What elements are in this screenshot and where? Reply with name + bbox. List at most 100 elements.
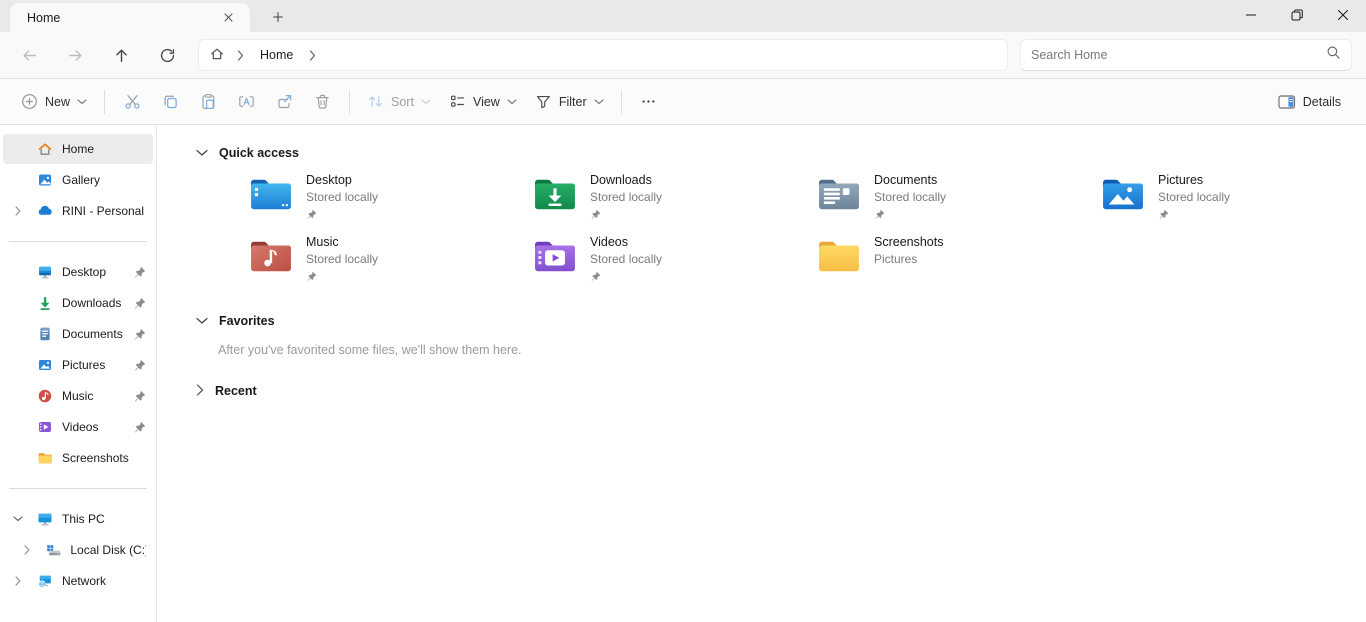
share-icon xyxy=(276,93,293,110)
sidebar-item-label: Music xyxy=(62,389,93,403)
command-toolbar: New xyxy=(0,78,1366,125)
chevron-right-icon[interactable] xyxy=(10,576,26,586)
music-icon xyxy=(37,388,53,404)
restore-button[interactable] xyxy=(1274,0,1320,30)
chevron-down-icon[interactable] xyxy=(196,146,208,160)
search-icon[interactable] xyxy=(1326,45,1341,65)
sidebar-divider xyxy=(9,488,147,489)
tile-name: Music xyxy=(306,235,378,250)
details-button-label: Details xyxy=(1303,95,1341,109)
breadcrumb-home-icon[interactable] xyxy=(209,46,225,65)
filter-button-label: Filter xyxy=(559,95,587,109)
tile-name: Desktop xyxy=(306,173,378,188)
tab-home[interactable]: Home xyxy=(10,3,250,32)
breadcrumb-home[interactable]: Home xyxy=(256,48,297,62)
tile-screenshots[interactable]: Screenshots Pictures xyxy=(816,235,1100,285)
up-button[interactable] xyxy=(98,37,144,73)
tile-name: Downloads xyxy=(590,173,662,188)
tile-desktop[interactable]: Desktop Stored locally xyxy=(248,173,532,223)
search-input[interactable] xyxy=(1031,48,1326,62)
tile-music[interactable]: Music Stored locally xyxy=(248,235,532,285)
forward-button[interactable] xyxy=(52,37,98,73)
navigation-bar: Home xyxy=(0,32,1366,78)
chevron-right-icon[interactable] xyxy=(10,206,26,216)
sidebar-item-videos[interactable]: Videos xyxy=(3,412,153,442)
copy-icon xyxy=(162,93,179,110)
section-recent[interactable]: Recent xyxy=(157,379,1366,403)
view-button[interactable]: View xyxy=(440,86,526,117)
sidebar-item-downloads[interactable]: Downloads xyxy=(3,288,153,318)
chevron-right-icon[interactable] xyxy=(196,384,204,399)
pin-icon xyxy=(133,266,146,279)
sidebar-item-label: Gallery xyxy=(62,173,100,187)
folder-icon xyxy=(37,450,53,466)
refresh-button[interactable] xyxy=(144,37,190,73)
delete-button[interactable] xyxy=(303,85,341,119)
downloads-icon xyxy=(37,295,53,311)
sidebar-item-documents[interactable]: Documents xyxy=(3,319,153,349)
tab-close-icon[interactable] xyxy=(216,6,240,30)
section-quick-access[interactable]: Quick access xyxy=(157,141,1366,165)
sidebar-item-pictures[interactable]: Pictures xyxy=(3,350,153,380)
sidebar-item-gallery[interactable]: Gallery xyxy=(3,165,153,195)
tile-downloads[interactable]: Downloads Stored locally xyxy=(532,173,816,223)
sidebar-item-label: RINI - Personal xyxy=(62,204,144,218)
section-title: Recent xyxy=(215,384,257,398)
ellipsis-icon xyxy=(640,93,657,110)
onedrive-icon xyxy=(37,203,53,219)
address-bar[interactable]: Home xyxy=(198,39,1008,71)
local-disk-icon xyxy=(45,542,61,558)
chevron-down-icon[interactable] xyxy=(10,516,26,522)
search-box[interactable] xyxy=(1020,39,1352,71)
sidebar-item-screenshots[interactable]: Screenshots xyxy=(3,443,153,473)
sidebar-item-desktop[interactable]: Desktop xyxy=(3,257,153,287)
tile-documents[interactable]: Documents Stored locally xyxy=(816,173,1100,223)
tile-videos[interactable]: Videos Stored locally xyxy=(532,235,816,285)
pin-icon xyxy=(874,207,946,225)
chevron-down-icon[interactable] xyxy=(196,314,208,328)
back-button[interactable] xyxy=(6,37,52,73)
sidebar-item-local-disk[interactable]: Local Disk (C:) xyxy=(12,535,153,565)
filter-button[interactable]: Filter xyxy=(526,86,613,117)
chevron-right-icon[interactable] xyxy=(303,50,322,61)
gallery-icon xyxy=(37,172,53,188)
tile-subtitle: Stored locally xyxy=(590,252,662,266)
sort-button-label: Sort xyxy=(391,95,414,109)
titlebar: Home xyxy=(0,0,1366,32)
new-button[interactable]: New xyxy=(12,86,96,117)
section-favorites[interactable]: Favorites xyxy=(157,309,1366,333)
sidebar-item-home[interactable]: Home xyxy=(3,134,153,164)
new-tab-button[interactable] xyxy=(266,5,290,29)
rename-icon xyxy=(238,93,255,110)
sort-button[interactable]: Sort xyxy=(358,86,440,117)
sidebar-item-music[interactable]: Music xyxy=(3,381,153,411)
rename-button[interactable] xyxy=(227,85,265,119)
sidebar-item-label: Downloads xyxy=(62,296,121,310)
minimize-button[interactable] xyxy=(1228,0,1274,30)
pin-icon xyxy=(306,207,378,225)
desktop-folder-icon xyxy=(248,175,294,213)
sidebar-item-label: Home xyxy=(62,142,94,156)
tile-subtitle: Stored locally xyxy=(306,252,378,266)
documents-folder-icon xyxy=(816,175,862,213)
tile-pictures[interactable]: Pictures Stored locally xyxy=(1100,173,1366,223)
cut-button[interactable] xyxy=(113,85,151,119)
section-title: Quick access xyxy=(219,146,299,160)
chevron-right-icon[interactable] xyxy=(19,545,34,555)
close-button[interactable] xyxy=(1320,0,1366,30)
tile-subtitle: Pictures xyxy=(874,252,943,266)
pin-icon xyxy=(133,390,146,403)
details-button[interactable]: Details xyxy=(1269,87,1350,117)
paste-button[interactable] xyxy=(189,85,227,119)
sidebar-item-onedrive[interactable]: RINI - Personal xyxy=(3,196,153,226)
sidebar-item-network[interactable]: Network xyxy=(3,566,153,596)
toolbar-divider xyxy=(621,90,622,114)
trash-icon xyxy=(314,93,331,110)
copy-button[interactable] xyxy=(151,85,189,119)
sidebar-item-this-pc[interactable]: This PC xyxy=(3,504,153,534)
share-button[interactable] xyxy=(265,85,303,119)
view-icon xyxy=(449,93,466,110)
tile-name: Videos xyxy=(590,235,662,250)
pin-icon xyxy=(590,269,662,287)
more-options-button[interactable] xyxy=(630,85,668,119)
